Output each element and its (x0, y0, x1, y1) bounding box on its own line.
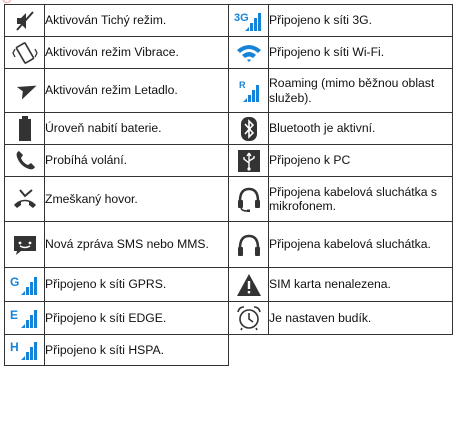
status-description: Připojena kabelová sluchátka s mikrofone… (268, 176, 453, 222)
network-edge-icon: E (4, 301, 45, 335)
missed-call-icon (4, 176, 45, 222)
table-row: H Připojeno k síti HSPA. (4, 334, 453, 366)
status-description: Aktivován režim Letadlo. (44, 68, 229, 113)
svg-text:G: G (10, 275, 19, 289)
status-description: Zmeškaný hovor. (44, 176, 229, 222)
table-row: G Připojeno k síti GPRS. SIM karta nenal… (4, 267, 453, 302)
table-row: E Připojeno k síti EDGE. Je nastaven bud… (4, 301, 453, 335)
airplane-mode-icon (4, 68, 45, 113)
table-row: Aktivován režim Letadlo. R Roaming (mimo… (4, 68, 453, 113)
status-description: Připojeno k síti 3G. (268, 4, 453, 37)
no-sim-icon (228, 267, 269, 302)
status-description: Aktivován režim Vibrace. (44, 36, 229, 69)
wifi-icon (228, 36, 269, 69)
svg-text:E: E (10, 308, 18, 322)
silent-mode-icon (4, 4, 45, 37)
network-gprs-icon: G (4, 267, 45, 302)
table-row: Aktivován Tichý režim. 3G Připojeno k sí… (4, 4, 453, 37)
roaming-icon: R (228, 68, 269, 113)
table-row: Nová zpráva SMS nebo MMS. Připojena kabe… (4, 221, 453, 268)
sms-icon (4, 221, 45, 268)
phone-call-icon (4, 144, 45, 177)
status-description: Roaming (mimo běžnou oblast služeb). (268, 68, 453, 113)
status-icon-table: Aktivován Tichý režim. 3G Připojeno k sí… (4, 4, 453, 366)
vibrate-mode-icon (4, 36, 45, 69)
table-row: Úroveň nabití baterie. Bluetooth je akti… (4, 112, 453, 145)
svg-text:3G: 3G (234, 12, 249, 24)
status-description: Nová zpráva SMS nebo MMS. (44, 221, 229, 268)
status-description: Je nastaven budík. (268, 301, 453, 335)
headset-mic-icon (228, 176, 269, 222)
status-description: Připojeno k síti EDGE. (44, 301, 229, 335)
empty-cell (269, 335, 453, 366)
table-row: Probíhá volání. Připojeno k PC (4, 144, 453, 177)
status-description: Připojena kabelová sluchátka. (268, 221, 453, 268)
status-description: Úroveň nabití baterie. (44, 112, 229, 145)
headphones-icon (228, 221, 269, 268)
table-row: Aktivován režim Vibrace. Připojeno k sít… (4, 36, 453, 69)
bluetooth-icon (228, 112, 269, 145)
status-description: Probíhá volání. (44, 144, 229, 177)
usb-icon (228, 144, 269, 177)
battery-icon (4, 112, 45, 145)
network-hspa-icon: H (4, 334, 45, 366)
status-description: Připojeno k síti HSPA. (44, 334, 229, 366)
status-description: Bluetooth je aktivní. (268, 112, 453, 145)
empty-cell (228, 334, 269, 366)
status-description: Připojeno k síti GPRS. (44, 267, 229, 302)
network-3g-icon: 3G (228, 4, 269, 37)
alarm-icon (228, 301, 269, 335)
status-description: SIM karta nenalezena. (268, 267, 453, 302)
status-description: Připojeno k PC (268, 144, 453, 177)
svg-text:R: R (239, 80, 246, 90)
status-description: Připojeno k síti Wi-Fi. (268, 36, 453, 69)
table-row: Zmeškaný hovor. Připojena kabelová sluch… (4, 176, 453, 222)
svg-text:H: H (10, 340, 19, 354)
status-description: Aktivován Tichý režim. (44, 4, 229, 37)
